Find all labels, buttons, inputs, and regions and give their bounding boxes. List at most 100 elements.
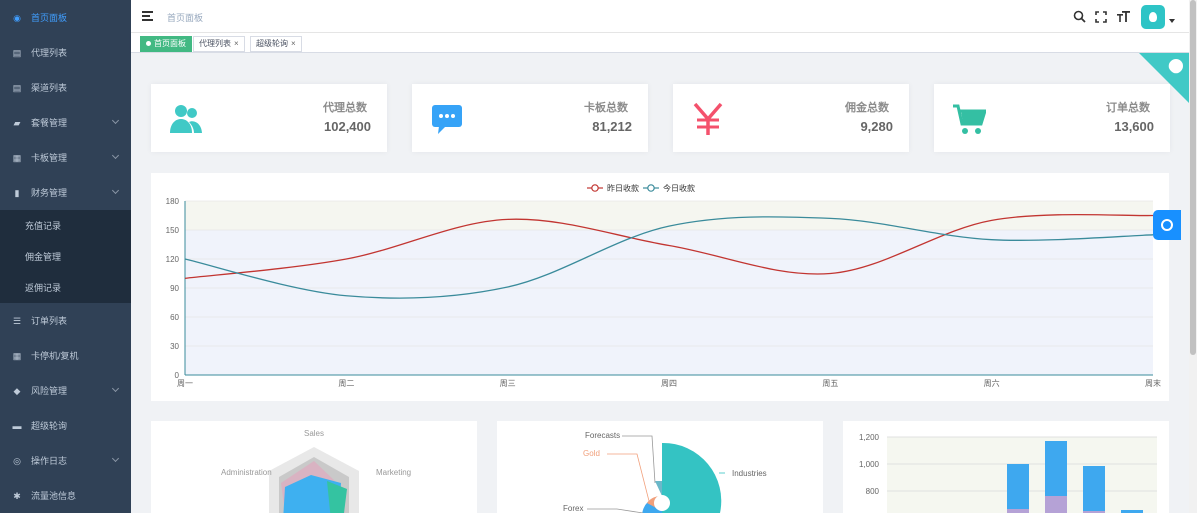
close-icon[interactable]: × (291, 39, 296, 48)
sidebar-item-label: 操作日志 (31, 456, 68, 466)
sidebar-sub-item[interactable]: 佣金管理 (0, 241, 131, 272)
pie-label: Gold (583, 449, 600, 458)
sidebar-item[interactable]: ▦ 卡板管理 (0, 140, 131, 175)
y-tick-label: 1,000 (859, 460, 880, 469)
pie-label-line (607, 453, 650, 502)
x-tick-label: 周四 (661, 379, 677, 388)
pie-chart-panel: Forecasts Gold Forex Industries (497, 421, 823, 513)
pie-label: Industries (732, 469, 767, 478)
card-value: 13,600 (1114, 119, 1154, 134)
radar-label: Sales (304, 429, 324, 438)
message-icon (432, 105, 462, 134)
pie-slice (655, 481, 662, 496)
tag-dashboard[interactable]: 首页面板 (140, 36, 192, 52)
navbar: 首页面板 (131, 0, 1189, 33)
github-icon (1166, 56, 1186, 76)
bar (1045, 441, 1067, 496)
card-title: 佣金总数 (845, 102, 889, 114)
legend-label: 昨日收款 (607, 183, 639, 193)
list-icon: ▤ (12, 82, 22, 93)
card-boards[interactable]: 卡板总数 81,212 (412, 84, 648, 152)
search-icon[interactable] (1071, 9, 1087, 25)
legend-label: 今日收款 (663, 183, 695, 193)
sidebar-item[interactable]: ▰ 套餐管理 (0, 105, 131, 140)
line-chart: 0306090120150180周一 周二 周三 周四 周五 周六 周末昨日收款 今日收款 (166, 183, 1161, 388)
sidebar-item-label: 流量池信息 (31, 491, 77, 501)
settings-button[interactable] (1153, 210, 1181, 240)
active-dot-icon (146, 41, 151, 46)
avatar[interactable] (1141, 4, 1165, 29)
plot-band (185, 230, 1153, 375)
x-tick-label: 周六 (984, 378, 1000, 388)
sidebar-item-label: 卡停机/复机 (31, 351, 79, 361)
pie-label-line (587, 508, 644, 513)
fullscreen-icon[interactable] (1093, 9, 1109, 25)
hamburger-icon[interactable] (142, 11, 153, 21)
x-tick-label: 周末 (1145, 378, 1161, 388)
sidebar-item-label: 渠道列表 (31, 83, 68, 93)
chevron-down-icon[interactable] (1169, 18, 1175, 23)
pie-label: Forecasts (585, 431, 620, 440)
sidebar-item-label: 代理列表 (31, 48, 68, 58)
tag-label: 首页面板 (154, 39, 186, 48)
x-tick-label: 周三 (500, 379, 516, 388)
x-tick-label: 周一 (177, 379, 193, 388)
sidebar-item-label: 套餐管理 (31, 118, 68, 128)
right-menu (1065, 0, 1175, 33)
chevron-down-icon (111, 116, 120, 125)
pie-chart: Forecasts Gold Forex Industries (563, 431, 767, 513)
radar-label: Marketing (376, 468, 411, 477)
x-tick-label: 周二 (338, 379, 354, 388)
folder-icon: ▬ (12, 420, 22, 431)
tag-label: 代理列表 (199, 39, 231, 48)
card-value: 81,212 (592, 119, 632, 134)
card-agents[interactable]: 代理总数 102,400 (151, 84, 387, 152)
y-tick-label: 150 (166, 226, 180, 235)
tag-agent-list[interactable]: 代理列表 × (193, 36, 245, 52)
sidebar-sub-item[interactable]: 充值记录 (0, 210, 131, 241)
y-tick-label: 90 (170, 284, 179, 293)
y-tick-label: 120 (166, 255, 180, 264)
sidebar: ◉ 首页面板 ▤ 代理列表 ▤ 渠道列表 ▰ 套餐管理 ▦ 卡板管理 ▮ 财务管理 充值记录 佣金管理 返佣… (0, 0, 131, 513)
chevron-down-icon (111, 151, 120, 160)
line-chart-panel: 0 30 60 90 120 150 180 周一 周二 周三 周四 周五 周六 周末 昨日收款 今日收款 (151, 173, 1169, 401)
tag-super-poll[interactable]: 超级轮询 × (250, 36, 302, 52)
grid-icon: ▦ (12, 152, 22, 163)
sidebar-sub-item[interactable]: 返佣记录 (0, 272, 131, 303)
bar (1083, 466, 1105, 511)
sidebar-item[interactable]: ✱ 流量池信息 (0, 478, 131, 513)
card-commission[interactable]: 佣金总数 9,280 (673, 84, 909, 152)
card-orders[interactable]: 订单总数 13,600 (934, 84, 1170, 152)
sidebar-item-label: 订单列表 (31, 316, 68, 326)
sidebar-item[interactable]: ◉ 首页面板 (0, 0, 131, 35)
sidebar-item-label: 风险管理 (31, 386, 68, 396)
sidebar-item-label: 超级轮询 (31, 421, 68, 431)
sidebar-item[interactable]: ▤ 渠道列表 (0, 70, 131, 105)
sidebar-item[interactable]: ◎ 操作日志 (0, 443, 131, 478)
bar (1007, 464, 1029, 509)
bar-chart-icon: ▮ (14, 187, 20, 198)
y-tick-label: 180 (166, 197, 180, 206)
radar-chart-panel: Sales Administration Marketing (151, 421, 477, 513)
scrollbar[interactable] (1189, 0, 1197, 513)
dashboard-icon: ◉ (13, 12, 21, 23)
card-value: 102,400 (324, 119, 371, 134)
sidebar-item[interactable]: ◆ 风险管理 (0, 373, 131, 408)
pie-slice (662, 442, 722, 513)
legend-marker (591, 184, 599, 192)
sidebar-item[interactable]: ▤ 代理列表 (0, 35, 131, 70)
sidebar-item[interactable]: ☰ 订单列表 (0, 303, 131, 338)
sidebar-item[interactable]: ▦ 卡停机/复机 (0, 338, 131, 373)
document-icon: ☰ (12, 315, 22, 326)
close-icon[interactable]: × (234, 39, 239, 48)
sidebar-item[interactable]: ▬ 超级轮询 (0, 408, 131, 443)
font-size-icon[interactable] (1115, 9, 1131, 25)
shopping-icon (953, 104, 986, 134)
sidebar-item[interactable]: ▮ 财务管理 (0, 175, 131, 210)
breadcrumb[interactable]: 首页面板 (167, 11, 203, 24)
gear-icon (1161, 219, 1173, 231)
chevron-down-icon (111, 454, 120, 463)
y-tick-label: 1,200 (859, 433, 880, 442)
scrollbar-thumb[interactable] (1190, 0, 1196, 355)
main-content: 代理总数 102,400 卡板总数 81,212 佣金总数 9,280 订单总数… (131, 53, 1189, 513)
